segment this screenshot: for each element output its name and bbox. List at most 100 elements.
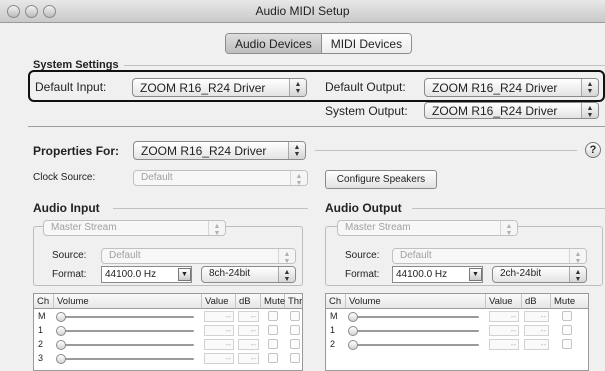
thru-checkbox[interactable] <box>290 325 300 335</box>
audio-input-stream-popup[interactable]: Master Stream ▲ ▼ <box>43 220 226 236</box>
column-header-db: dB <box>522 294 551 309</box>
column-header-ch: Ch <box>326 294 346 309</box>
audio-output-bits-value: 2ch-24bit <box>500 268 542 279</box>
tab-audio-devices[interactable]: Audio Devices <box>226 34 322 53</box>
thru-checkbox[interactable] <box>290 311 300 321</box>
db-field[interactable]: -- <box>524 339 549 350</box>
up-down-arrows-icon: ▲ ▼ <box>581 103 598 118</box>
audio-input-rate-value: 44100.0 Hz <box>105 269 157 280</box>
clock-source-value: Default <box>141 172 173 183</box>
volume-slider-knob[interactable] <box>56 312 66 322</box>
mute-checkbox[interactable] <box>268 353 278 363</box>
properties-for-label: Properties For: <box>33 144 120 158</box>
properties-divider <box>315 150 577 151</box>
value-field[interactable]: -- <box>489 311 519 322</box>
audio-output-divider <box>412 208 605 209</box>
value-field[interactable]: -- <box>489 325 519 336</box>
volume-slider-track <box>59 344 194 346</box>
db-field[interactable]: -- <box>238 325 259 336</box>
thru-checkbox[interactable] <box>290 353 300 363</box>
up-down-arrows-icon: ▲ ▼ <box>288 142 305 159</box>
default-input-value: ZOOM R16_R24 Driver <box>140 81 266 95</box>
tab-midi-devices[interactable]: MIDI Devices <box>321 34 412 53</box>
default-output-value: ZOOM R16_R24 Driver <box>432 81 558 95</box>
channel-label: M <box>38 311 46 321</box>
default-input-popup[interactable]: ZOOM R16_R24 Driver ▲ ▼ <box>132 78 307 97</box>
volume-slider-track <box>351 316 479 318</box>
properties-for-popup[interactable]: ZOOM R16_R24 Driver ▲ ▼ <box>133 141 306 160</box>
channel-label: 2 <box>330 339 336 349</box>
audio-output-source-popup[interactable]: Default ▲ ▼ <box>392 248 587 264</box>
up-down-arrows-icon: ▲ ▼ <box>569 267 586 282</box>
system-settings-divider <box>124 65 605 66</box>
audio-output-format-label: Format: <box>345 269 380 280</box>
value-field[interactable]: -- <box>489 339 519 350</box>
configure-speakers-button[interactable]: Configure Speakers <box>325 170 437 189</box>
system-output-value: ZOOM R16_R24 Driver <box>432 104 558 118</box>
value-field[interactable]: -- <box>204 311 234 322</box>
value-field[interactable]: -- <box>204 325 234 336</box>
default-input-label: Default Input: <box>35 80 107 94</box>
properties-for-value: ZOOM R16_R24 Driver <box>141 144 267 158</box>
channel-label: 3 <box>38 353 44 363</box>
audio-input-bits-popup[interactable]: 8ch-24bit ▲ ▼ <box>201 266 296 283</box>
audio-output-rate-value: 44100.0 Hz <box>396 269 448 280</box>
volume-slider-knob[interactable] <box>348 340 358 350</box>
mute-checkbox[interactable] <box>268 311 278 321</box>
column-header-db: dB <box>236 294 261 309</box>
help-icon[interactable]: ? <box>585 142 601 158</box>
tab-bar: Audio Devices MIDI Devices <box>225 33 413 54</box>
db-field[interactable]: -- <box>524 325 549 336</box>
system-output-label: System Output: <box>325 104 408 118</box>
up-down-arrows-icon: ▲ ▼ <box>278 249 295 263</box>
window-title: Audio MIDI Setup <box>255 4 350 18</box>
channel-label: 1 <box>38 325 44 335</box>
volume-slider-knob[interactable] <box>56 340 66 350</box>
chevron-down-icon[interactable]: ▼ <box>178 268 191 281</box>
value-field[interactable]: -- <box>204 353 234 364</box>
system-output-popup[interactable]: ZOOM R16_R24 Driver ▲ ▼ <box>424 102 599 119</box>
column-header-ch: Ch <box>34 294 54 309</box>
audio-input-table: Ch Volume Value dB Mute Thru M -- -- 1 -… <box>33 293 303 371</box>
channel-label: 1 <box>330 325 336 335</box>
audio-input-format-label: Format: <box>52 269 87 280</box>
mute-checkbox[interactable] <box>268 325 278 335</box>
value-field[interactable]: -- <box>204 339 234 350</box>
audio-output-stream-popup[interactable]: Master Stream ▲ ▼ <box>337 220 518 236</box>
volume-slider-track <box>59 316 194 318</box>
clock-source-popup[interactable]: Default ▲ ▼ <box>133 170 308 186</box>
column-header-value: Value <box>202 294 236 309</box>
audio-output-source-label: Source: <box>345 250 380 261</box>
audio-output-bits-popup[interactable]: 2ch-24bit ▲ ▼ <box>492 266 587 283</box>
up-down-arrows-icon: ▲ ▼ <box>278 267 295 282</box>
audio-output-stream-value: Master Stream <box>345 222 411 233</box>
audio-input-source-popup[interactable]: Default ▲ ▼ <box>101 248 296 264</box>
column-header-mute: Mute <box>551 294 588 309</box>
volume-slider-knob[interactable] <box>56 326 66 336</box>
db-field[interactable]: -- <box>524 311 549 322</box>
column-header-value: Value <box>486 294 522 309</box>
db-field[interactable]: -- <box>238 311 259 322</box>
audio-input-bits-value: 8ch-24bit <box>209 268 251 279</box>
volume-slider-track <box>59 358 194 360</box>
up-down-arrows-icon: ▲ ▼ <box>500 221 517 235</box>
default-output-popup[interactable]: ZOOM R16_R24 Driver ▲ ▼ <box>424 78 599 97</box>
audio-input-source-label: Source: <box>52 250 87 261</box>
volume-slider-knob[interactable] <box>348 326 358 336</box>
mute-checkbox[interactable] <box>562 339 572 349</box>
volume-slider-track <box>351 344 479 346</box>
mute-checkbox[interactable] <box>268 339 278 349</box>
volume-slider-knob[interactable] <box>56 354 66 364</box>
db-field[interactable]: -- <box>238 353 259 364</box>
up-down-arrows-icon: ▲ ▼ <box>208 221 225 235</box>
thru-checkbox[interactable] <box>290 339 300 349</box>
chevron-down-icon[interactable]: ▼ <box>469 268 482 281</box>
db-field[interactable]: -- <box>238 339 259 350</box>
mute-checkbox[interactable] <box>562 325 572 335</box>
audio-output-source-value: Default <box>400 250 432 261</box>
volume-slider-knob[interactable] <box>348 312 358 322</box>
audio-output-title: Audio Output <box>325 201 402 215</box>
clock-source-label: Clock Source: <box>33 172 96 183</box>
mute-checkbox[interactable] <box>562 311 572 321</box>
column-header-thru: Thru <box>285 294 302 309</box>
